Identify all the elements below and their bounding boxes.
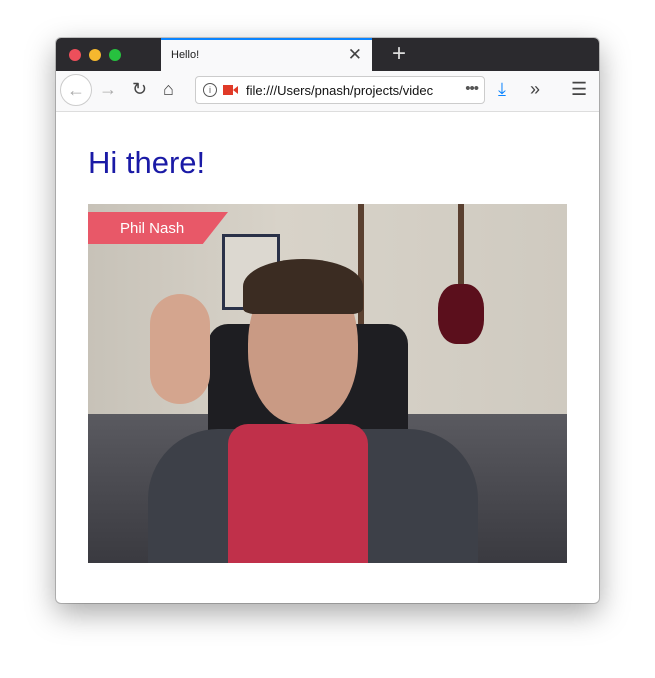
minimize-window-button[interactable]: [89, 49, 101, 61]
person-shirt: [228, 424, 368, 563]
nav-toolbar: ← → ↻ ⌂ i file:///Users/pnash/projects/v…: [56, 71, 599, 112]
home-button[interactable]: ⌂: [163, 79, 174, 100]
url-text[interactable]: file:///Users/pnash/projects/videc: [246, 83, 446, 98]
reload-button[interactable]: ↻: [132, 79, 147, 100]
download-icon[interactable]: ⤓: [498, 79, 506, 100]
guitar-body: [438, 284, 484, 344]
person-hair: [243, 259, 363, 314]
new-tab-button[interactable]: +: [392, 40, 406, 68]
tab-title: Hello!: [171, 49, 200, 61]
menu-icon[interactable]: ☰: [571, 79, 587, 100]
page-heading: Hi there!: [88, 145, 206, 180]
participant-name-badge: Phil Nash: [88, 212, 228, 244]
tab-bar: Hello! ✕ +: [56, 38, 599, 71]
info-icon[interactable]: i: [203, 83, 217, 97]
tab-hello[interactable]: Hello! ✕: [161, 38, 372, 71]
camera-sharing-icon[interactable]: [223, 85, 238, 95]
overflow-chevron-icon[interactable]: »: [530, 79, 540, 100]
forward-button[interactable]: →: [99, 79, 117, 100]
back-button[interactable]: ←: [60, 74, 92, 106]
close-tab-icon[interactable]: ✕: [348, 45, 362, 65]
guitar-neck: [458, 204, 464, 294]
url-bar[interactable]: i file:///Users/pnash/projects/videc •••: [195, 76, 485, 104]
participant-name: Phil Nash: [120, 220, 185, 237]
maximize-window-button[interactable]: [109, 49, 121, 61]
page-actions-icon[interactable]: •••: [465, 80, 479, 97]
browser-window: Hello! ✕ + ← → ↻ ⌂ i file:///Users/pnash…: [56, 38, 599, 603]
close-window-button[interactable]: [69, 49, 81, 61]
video-feed: Phil Nash: [88, 204, 567, 563]
person-hand: [150, 294, 210, 404]
